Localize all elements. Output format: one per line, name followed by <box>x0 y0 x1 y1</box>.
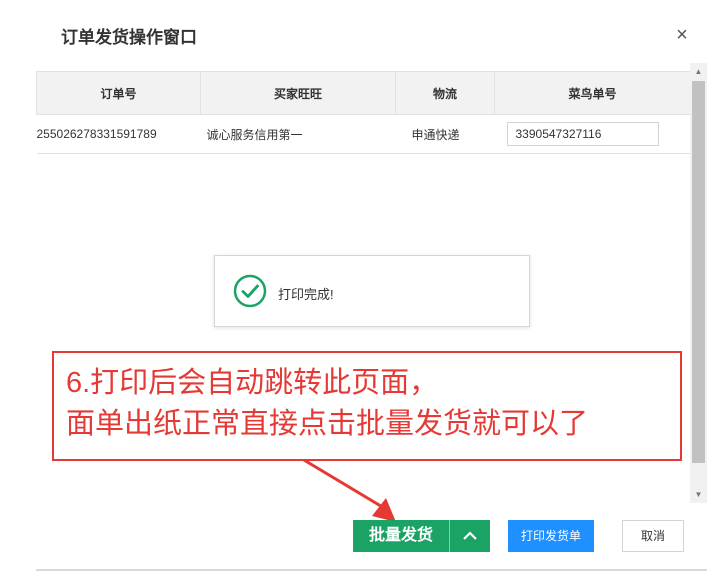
chevron-up-icon[interactable] <box>449 520 490 552</box>
dialog-bottom-divider <box>36 569 707 571</box>
annotation-line-2: 面单出纸正常直接点击批量发货就可以了 <box>66 408 589 440</box>
instruction-annotation: 6.打印后会自动跳转此页面， 面单出纸正常直接点击批量发货就可以了 <box>52 351 682 461</box>
close-button[interactable]: × <box>672 25 692 45</box>
table-header-row: 订单号 买家旺旺 物流 菜鸟单号 <box>36 72 690 115</box>
cell-tracking-no <box>494 114 690 154</box>
scrollbar-thumb[interactable] <box>692 81 705 463</box>
col-header-order-no: 订单号 <box>36 72 201 115</box>
dialog-title: 订单发货操作窗口 <box>61 28 197 47</box>
table-row: 255026278331591789 诚心服务信用第一 申通快递 <box>36 114 690 154</box>
cancel-button[interactable]: 取消 <box>622 520 684 552</box>
batch-ship-button[interactable]: 批量发货 <box>353 520 449 552</box>
check-circle-icon <box>233 274 267 308</box>
cell-buyer: 诚心服务信用第一 <box>200 114 396 154</box>
order-ship-dialog: 订单发货操作窗口 × 订单号 买家旺旺 物流 菜鸟单号 255026278331… <box>36 8 707 571</box>
annotation-line-1: 6.打印后会自动跳转此页面， <box>66 367 439 399</box>
col-header-tracking-no: 菜鸟单号 <box>494 72 690 115</box>
scroll-down-icon[interactable]: ▼ <box>690 486 707 503</box>
print-packing-slip-button[interactable]: 打印发货单 <box>508 520 594 552</box>
cell-logistics: 申通快递 <box>395 114 495 154</box>
print-complete-toast: 打印完成! <box>214 255 530 327</box>
tracking-number-input[interactable] <box>506 122 659 146</box>
col-header-buyer: 买家旺旺 <box>200 72 396 115</box>
cell-order-no: 255026278331591789 <box>36 114 201 154</box>
vertical-scrollbar[interactable]: ▲ ▼ <box>690 63 707 503</box>
pointer-arrow-icon <box>303 458 396 522</box>
batch-ship-split-button: 批量发货 <box>353 520 490 552</box>
col-header-logistics: 物流 <box>395 72 495 115</box>
scroll-up-icon[interactable]: ▲ <box>690 63 707 80</box>
toast-message: 打印完成! <box>278 287 334 302</box>
